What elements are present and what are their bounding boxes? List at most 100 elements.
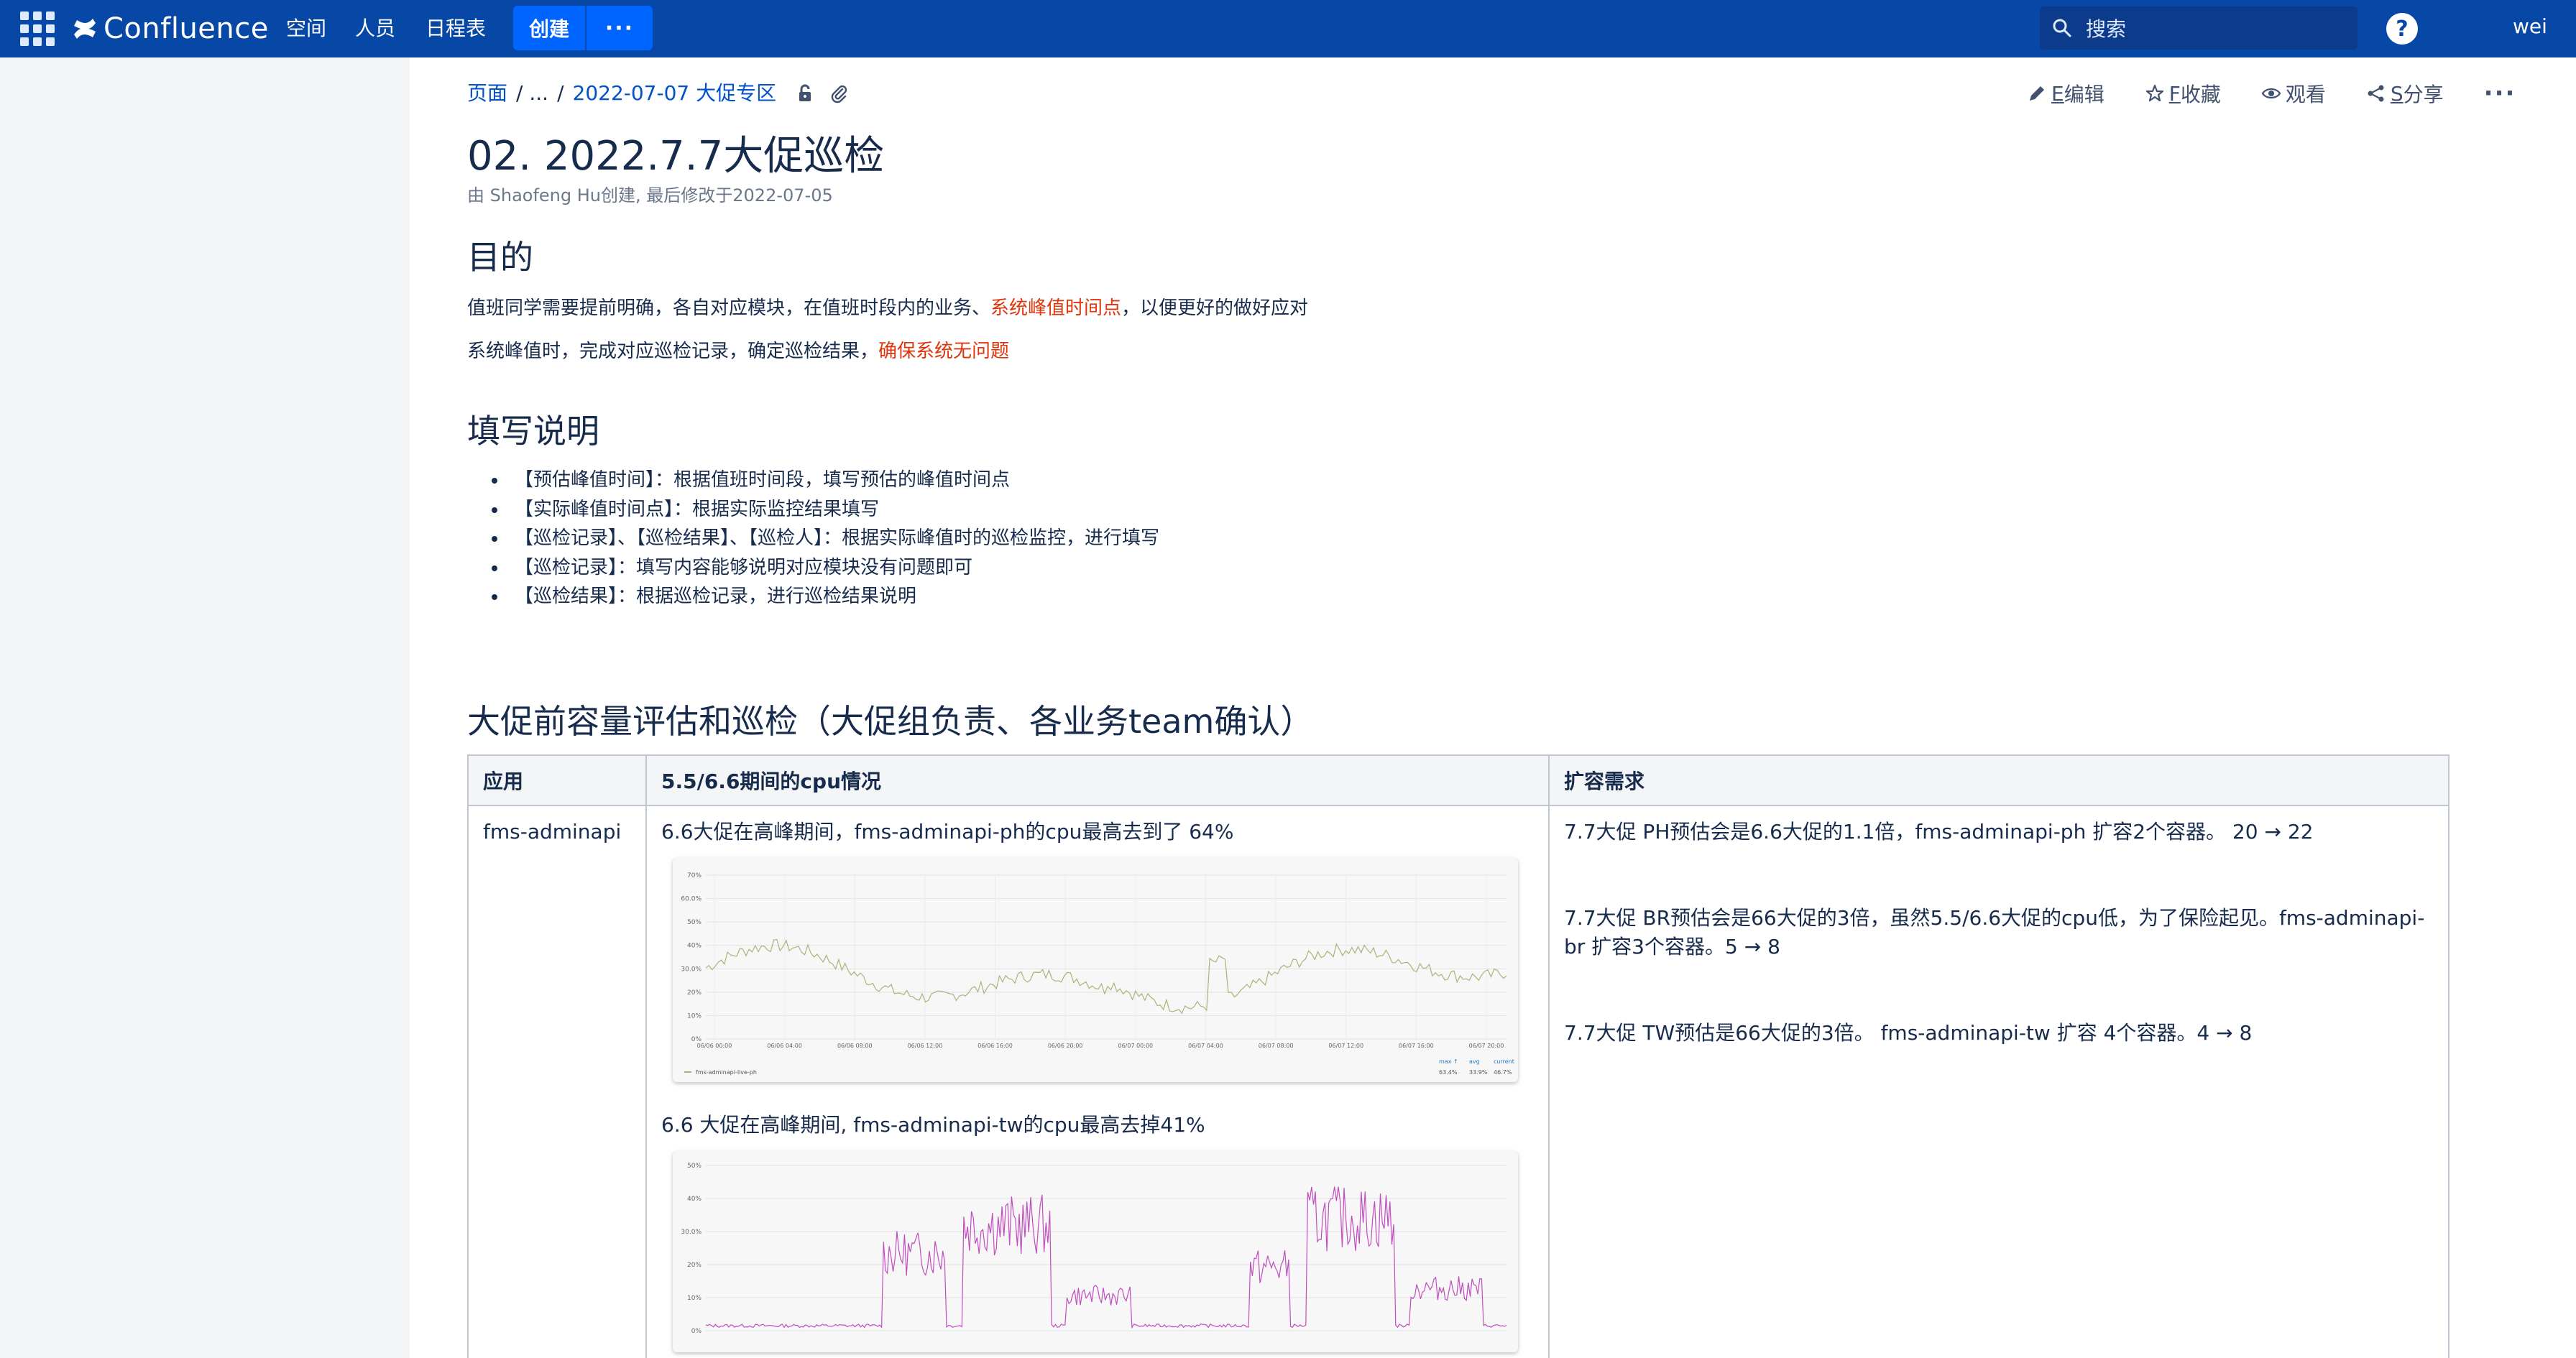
confluence-logo[interactable]: Confluence: [72, 10, 269, 47]
purpose-text-1a: 值班同学需要提前明确，各自对应模块，在值班时段内的业务、: [467, 297, 991, 319]
app-switcher-icon[interactable]: [20, 11, 55, 46]
x-tick-label: 06/07 04:00: [1188, 1043, 1223, 1049]
column-header-scaling: 扩容需求: [1548, 754, 2450, 806]
scaling-note-ph: 7.7大促 PH预估会是6.6大促的1.1倍，fms-adminapi-ph 扩…: [1564, 820, 2314, 844]
list-item: 【巡检记录】：填写内容能够说明对应模块没有问题即可: [507, 553, 1159, 583]
sidebar: [0, 57, 410, 1358]
scaling-note-tw: 7.7大促 TW预估是66大促的3倍。 fms-adminapi-tw 扩容 4…: [1564, 1021, 2253, 1045]
instructions-list: 【预估峰值时间】：根据值班时间段，填写预估的峰值时间点 【实际峰值时间点】：根据…: [507, 466, 1159, 611]
edit-button[interactable]: E 编辑: [2027, 79, 2104, 108]
y-tick-label: 20%: [687, 1262, 702, 1269]
legend-stat-value: 33.9%: [1469, 1069, 1488, 1076]
y-tick-label: 60.0%: [681, 896, 702, 903]
list-item: 【巡检记录】、【巡检结果】、【巡检人】：根据实际峰值时的巡检监控，进行填写: [507, 524, 1159, 553]
purpose-line-2: 系统峰值时，完成对应巡检记录，确定巡检结果，确保系统无问题: [467, 336, 1009, 363]
x-tick-label: 06/06 00:00: [697, 1043, 732, 1049]
watch-button[interactable]: 观看: [2261, 79, 2326, 108]
cpu-note-tw: 6.6 大促在高峰期间, fms-adminapi-tw的cpu最高去掉41%: [661, 1113, 1205, 1137]
legend-stat-label: current: [1494, 1058, 1514, 1065]
purpose-highlight-2: 确保系统无问题: [878, 341, 1010, 362]
y-tick-label: 50%: [687, 1163, 702, 1170]
nav-people[interactable]: 人员: [355, 16, 395, 42]
cpu-note-ph: 6.6大促在高峰期间，fms-adminapi-ph的cpu最高去到了 64%: [661, 820, 1234, 844]
user-menu[interactable]: wei: [2513, 14, 2547, 38]
y-tick-label: 40%: [687, 943, 702, 950]
column-header-cpu: 5.5/6.6期间的cpu情况: [645, 754, 1550, 806]
table-header-row: 应用 5.5/6.6期间的cpu情况 扩容需求: [467, 754, 2450, 806]
page-byline: 由 Shaofeng Hu创建, 最后修改于2022-07-05: [467, 185, 833, 205]
heading-purpose: 目的: [467, 238, 533, 277]
cpu-chart-ph: 70%60.0%50%40%30.0%20%10%0%06/06 00:00 06…: [673, 858, 1518, 1082]
more-actions-button[interactable]: ···: [2484, 79, 2516, 108]
x-tick-label: 06/06 16:00: [978, 1043, 1013, 1049]
breadcrumb-pages[interactable]: 页面: [467, 79, 507, 108]
cell-scaling: 7.7大促 PH预估会是6.6大促的1.1倍，fms-adminapi-ph 扩…: [1548, 805, 2450, 1358]
y-tick-label: 30.0%: [681, 966, 702, 973]
save-for-later-button[interactable]: F 收藏: [2145, 79, 2221, 108]
list-item: 【实际峰值时间点】：根据实际监控结果填写: [507, 495, 1159, 525]
legend-stat-label: max ↑: [1439, 1058, 1458, 1065]
app-name: fms-adminapi: [483, 820, 622, 844]
cell-app: fms-adminapi: [467, 805, 647, 1358]
page-actions: E 编辑 F 收藏 观看 S 分享 ···: [2027, 79, 2516, 108]
x-tick-label: 06/07 12:00: [1328, 1043, 1363, 1049]
legend-stat-label: avg: [1469, 1058, 1480, 1065]
x-tick-label: 06/07 08:00: [1259, 1043, 1294, 1049]
x-tick-label: 06/07 20:00: [1469, 1043, 1504, 1049]
watch-label: 观看: [2285, 83, 2326, 106]
share-icon: [2368, 85, 2384, 102]
edit-shortcut: E: [2051, 81, 2064, 106]
create-more-button[interactable]: ···: [586, 6, 653, 50]
breadcrumb-current[interactable]: 2022-07-07 大促专区: [573, 79, 777, 108]
capacity-table: 应用 5.5/6.6期间的cpu情况 扩容需求 fms-adminapi 6.6…: [467, 754, 2450, 1358]
table-row: fms-adminapi 6.6大促在高峰期间，fms-adminapi-ph的…: [467, 805, 2450, 1358]
create-button[interactable]: 创建: [513, 6, 585, 50]
pencil-icon: [2030, 86, 2044, 101]
save-label: 收藏: [2180, 83, 2221, 106]
y-tick-label: 70%: [687, 872, 702, 879]
page-title: 02. 2022.7.7大促巡检: [467, 133, 885, 180]
heading-capacity: 大促前容量评估和巡检（大促组负责、各业务team确认）: [467, 702, 1314, 741]
y-tick-label: 20%: [687, 989, 702, 997]
search-placeholder: 搜索: [2086, 17, 2127, 41]
cpu-chart-screenshot-tw[interactable]: 50% 40% 30.0% 20% 10% 0%: [673, 1151, 1518, 1352]
legend-label: fms-adminapi-live-ph: [696, 1069, 757, 1076]
y-tick-label: 10%: [687, 1295, 702, 1302]
legend-stat-value: 46.7%: [1494, 1069, 1512, 1076]
legend-stat-value: 63.4%: [1439, 1069, 1458, 1076]
purpose-text-2a: 系统峰值时，完成对应巡检记录，确定巡检结果，: [467, 341, 879, 362]
list-item: 【巡检结果】：根据巡检记录，进行巡检结果说明: [507, 582, 1159, 611]
search-icon: [2053, 19, 2071, 37]
nav-calendars[interactable]: 日程表: [426, 16, 486, 42]
confluence-logo-icon: [74, 19, 96, 39]
x-tick-label: 06/06 08:00: [837, 1043, 873, 1049]
x-tick-label: 06/07 16:00: [1399, 1043, 1434, 1049]
y-tick-label: 0%: [691, 1328, 702, 1335]
purpose-text-1b: ，以便更好的做好应对: [1121, 297, 1309, 319]
x-tick-label: 06/06 20:00: [1048, 1043, 1083, 1049]
help-icon[interactable]: ?: [2386, 13, 2418, 45]
star-icon: [2145, 84, 2163, 102]
nav-spaces[interactable]: 空间: [286, 16, 326, 42]
eye-icon: [2261, 88, 2281, 99]
save-shortcut: F: [2168, 81, 2181, 106]
search-input[interactable]: 搜索: [2040, 6, 2358, 50]
y-tick-label: 10%: [687, 1012, 702, 1020]
cpu-chart-tw: 50% 40% 30.0% 20% 10% 0%: [673, 1151, 1518, 1352]
attachment-icon[interactable]: [828, 83, 850, 104]
column-header-app: 应用: [467, 754, 647, 806]
cpu-chart-screenshot-ph[interactable]: 70% 60.0% 50% 40% 30.0% 20% 10% 0% 06/06 00:00 06…: [673, 858, 1518, 1082]
breadcrumb-separator: /: [557, 81, 564, 105]
list-item: 【预估峰值时间】：根据值班时间段，填写预估的峰值时间点: [507, 466, 1159, 495]
breadcrumb: 页面 / ... / 2022-07-07 大促专区: [467, 79, 850, 108]
purpose-highlight-1: 系统峰值时间点: [990, 297, 1122, 319]
x-tick-label: 06/06 04:00: [767, 1043, 802, 1049]
logo-text: Confluence: [104, 12, 269, 45]
restrictions-lock-icon[interactable]: [795, 83, 816, 104]
chart-background: [673, 1151, 1518, 1352]
share-shortcut: S: [2390, 81, 2404, 106]
heading-instructions: 填写说明: [467, 412, 599, 451]
scaling-note-br: 7.7大促 BR预估会是66大促的3倍，虽然5.5/6.6大促的cpu低，为了保…: [1564, 906, 2425, 959]
breadcrumb-ellipsis[interactable]: / ...: [516, 79, 548, 108]
share-button[interactable]: S 分享: [2366, 79, 2444, 108]
